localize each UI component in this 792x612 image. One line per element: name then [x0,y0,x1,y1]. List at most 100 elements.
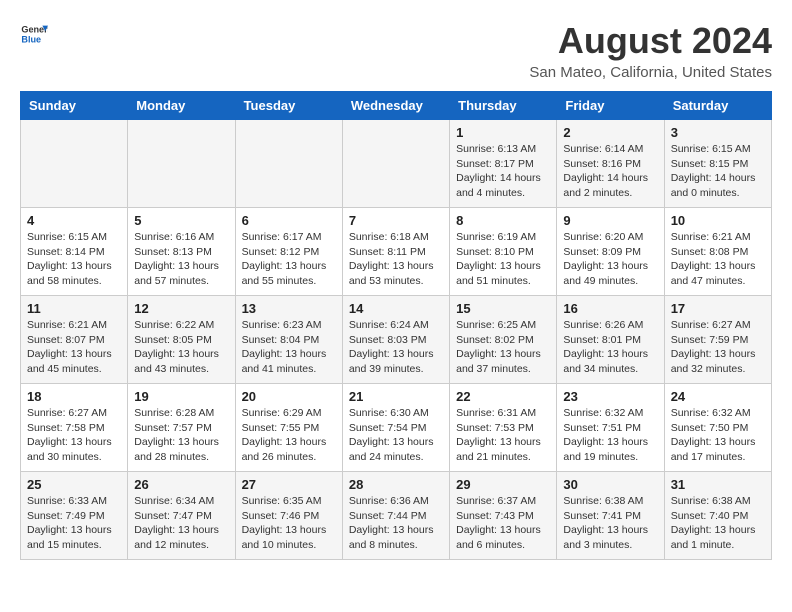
title-section: August 2024 San Mateo, California, Unite… [529,20,772,81]
calendar-cell: 4Sunrise: 6:15 AM Sunset: 8:14 PM Daylig… [21,208,128,296]
cell-content: Sunrise: 6:36 AM Sunset: 7:44 PM Dayligh… [349,494,443,553]
calendar-cell [21,120,128,208]
day-number: 3 [671,125,765,140]
calendar-cell: 17 Sunrise: 6:27 AM Sunset: 7:59 PM Dayli… [664,296,771,384]
cell-content: Sunrise: 6:29 AM Sunset: 7:55 PM Dayligh… [242,406,336,465]
day-number: 31 [671,477,765,492]
day-number: 29 [456,477,550,492]
cell-content: Sunrise: 6:27 AM Sunset: 7:58 PM Dayligh… [27,406,121,465]
cell-content: Sunrise: 6:18 AM Sunset: 8:11 PM Dayligh… [349,230,443,289]
cell-content: Sunrise: 6:16 AM Sunset: 8:13 PM Dayligh… [134,230,228,289]
calendar-cell: 5 Sunrise: 6:16 AM Sunset: 8:13 PM Daylig… [128,208,235,296]
day-number: 21 [349,389,443,404]
calendar-cell: 15 Sunrise: 6:25 AM Sunset: 8:02 PM Dayli… [450,296,557,384]
day-number: 25 [27,477,121,492]
day-number: 16 [563,301,657,316]
cell-content: Sunrise: 6:23 AM Sunset: 8:04 PM Dayligh… [242,318,336,377]
cell-content: Sunrise: 6:20 AM Sunset: 8:09 PM Dayligh… [563,230,657,289]
cell-content: Sunrise: 6:13 AM Sunset: 8:17 PM Dayligh… [456,142,550,201]
calendar-cell: 9Sunrise: 6:20 AM Sunset: 8:09 PM Daylig… [557,208,664,296]
cell-content: Sunrise: 6:31 AM Sunset: 7:53 PM Dayligh… [456,406,550,465]
calendar-cell: 23 Sunrise: 6:32 AM Sunset: 7:51 PM Dayli… [557,384,664,472]
calendar-cell: 13 Sunrise: 6:23 AM Sunset: 8:04 PM Dayli… [235,296,342,384]
day-number: 24 [671,389,765,404]
day-number: 19 [134,389,228,404]
day-number: 18 [27,389,121,404]
calendar-cell: 6Sunrise: 6:17 AM Sunset: 8:12 PM Daylig… [235,208,342,296]
header-row: SundayMondayTuesdayWednesdayThursdayFrid… [21,92,772,120]
calendar-cell: 10 Sunrise: 6:21 AM Sunset: 8:08 PM Dayli… [664,208,771,296]
day-number: 27 [242,477,336,492]
calendar-cell: 29Sunrise: 6:37 AM Sunset: 7:43 PM Dayli… [450,472,557,560]
day-header-saturday: Saturday [664,92,771,120]
day-number: 10 [671,213,765,228]
cell-content: Sunrise: 6:35 AM Sunset: 7:46 PM Dayligh… [242,494,336,553]
day-header-monday: Monday [128,92,235,120]
day-number: 2 [563,125,657,140]
day-number: 4 [27,213,121,228]
day-number: 14 [349,301,443,316]
cell-content: Sunrise: 6:33 AM Sunset: 7:49 PM Dayligh… [27,494,121,553]
calendar-cell: 25 Sunrise: 6:33 AM Sunset: 7:49 PM Dayli… [21,472,128,560]
calendar-cell: 31 Sunrise: 6:38 AM Sunset: 7:40 PM Dayli… [664,472,771,560]
day-number: 28 [349,477,443,492]
cell-content: Sunrise: 6:22 AM Sunset: 8:05 PM Dayligh… [134,318,228,377]
calendar-cell: 18 Sunrise: 6:27 AM Sunset: 7:58 PM Dayli… [21,384,128,472]
calendar-cell: 22 Sunrise: 6:31 AM Sunset: 7:53 PM Dayli… [450,384,557,472]
cell-content: Sunrise: 6:21 AM Sunset: 8:07 PM Dayligh… [27,318,121,377]
svg-text:Blue: Blue [21,34,41,44]
calendar-cell: 28 Sunrise: 6:36 AM Sunset: 7:44 PM Dayli… [342,472,449,560]
calendar-cell: 27 Sunrise: 6:35 AM Sunset: 7:46 PM Dayli… [235,472,342,560]
day-number: 11 [27,301,121,316]
cell-content: Sunrise: 6:27 AM Sunset: 7:59 PM Dayligh… [671,318,765,377]
logo: General Blue [20,20,48,48]
calendar-week-2: 4Sunrise: 6:15 AM Sunset: 8:14 PM Daylig… [21,208,772,296]
page-header: General Blue August 2024 San Mateo, Cali… [20,20,772,81]
day-header-thursday: Thursday [450,92,557,120]
cell-content: Sunrise: 6:32 AM Sunset: 7:51 PM Dayligh… [563,406,657,465]
cell-content: Sunrise: 6:32 AM Sunset: 7:50 PM Dayligh… [671,406,765,465]
cell-content: Sunrise: 6:15 AM Sunset: 8:15 PM Dayligh… [671,142,765,201]
calendar-cell: 7 Sunrise: 6:18 AM Sunset: 8:11 PM Daylig… [342,208,449,296]
cell-content: Sunrise: 6:24 AM Sunset: 8:03 PM Dayligh… [349,318,443,377]
cell-content: Sunrise: 6:19 AM Sunset: 8:10 PM Dayligh… [456,230,550,289]
day-number: 30 [563,477,657,492]
calendar-cell: 12 Sunrise: 6:22 AM Sunset: 8:05 PM Dayli… [128,296,235,384]
day-header-sunday: Sunday [21,92,128,120]
calendar-cell: 21Sunrise: 6:30 AM Sunset: 7:54 PM Dayli… [342,384,449,472]
cell-content: Sunrise: 6:14 AM Sunset: 8:16 PM Dayligh… [563,142,657,201]
calendar-week-1: 1 Sunrise: 6:13 AM Sunset: 8:17 PM Daylig… [21,120,772,208]
cell-content: Sunrise: 6:26 AM Sunset: 8:01 PM Dayligh… [563,318,657,377]
day-number: 6 [242,213,336,228]
day-number: 8 [456,213,550,228]
cell-content: Sunrise: 6:38 AM Sunset: 7:40 PM Dayligh… [671,494,765,553]
calendar-cell [342,120,449,208]
day-header-wednesday: Wednesday [342,92,449,120]
calendar-week-4: 18 Sunrise: 6:27 AM Sunset: 7:58 PM Dayli… [21,384,772,472]
cell-content: Sunrise: 6:34 AM Sunset: 7:47 PM Dayligh… [134,494,228,553]
day-number: 17 [671,301,765,316]
day-number: 1 [456,125,550,140]
calendar-cell: 2 Sunrise: 6:14 AM Sunset: 8:16 PM Daylig… [557,120,664,208]
day-number: 22 [456,389,550,404]
calendar-cell: 14 Sunrise: 6:24 AM Sunset: 8:03 PM Dayli… [342,296,449,384]
cell-content: Sunrise: 6:28 AM Sunset: 7:57 PM Dayligh… [134,406,228,465]
day-number: 13 [242,301,336,316]
day-number: 15 [456,301,550,316]
day-number: 12 [134,301,228,316]
day-number: 7 [349,213,443,228]
day-number: 5 [134,213,228,228]
day-header-tuesday: Tuesday [235,92,342,120]
calendar-cell [235,120,342,208]
calendar-cell: 11 Sunrise: 6:21 AM Sunset: 8:07 PM Dayli… [21,296,128,384]
calendar-week-5: 25 Sunrise: 6:33 AM Sunset: 7:49 PM Dayli… [21,472,772,560]
calendar-cell: 30Sunrise: 6:38 AM Sunset: 7:41 PM Dayli… [557,472,664,560]
cell-content: Sunrise: 6:25 AM Sunset: 8:02 PM Dayligh… [456,318,550,377]
day-number: 23 [563,389,657,404]
calendar-cell: 3 Sunrise: 6:15 AM Sunset: 8:15 PM Daylig… [664,120,771,208]
calendar-week-3: 11 Sunrise: 6:21 AM Sunset: 8:07 PM Dayli… [21,296,772,384]
calendar-cell: 24 Sunrise: 6:32 AM Sunset: 7:50 PM Dayli… [664,384,771,472]
month-year-title: August 2024 [529,20,772,62]
cell-content: Sunrise: 6:21 AM Sunset: 8:08 PM Dayligh… [671,230,765,289]
day-number: 20 [242,389,336,404]
